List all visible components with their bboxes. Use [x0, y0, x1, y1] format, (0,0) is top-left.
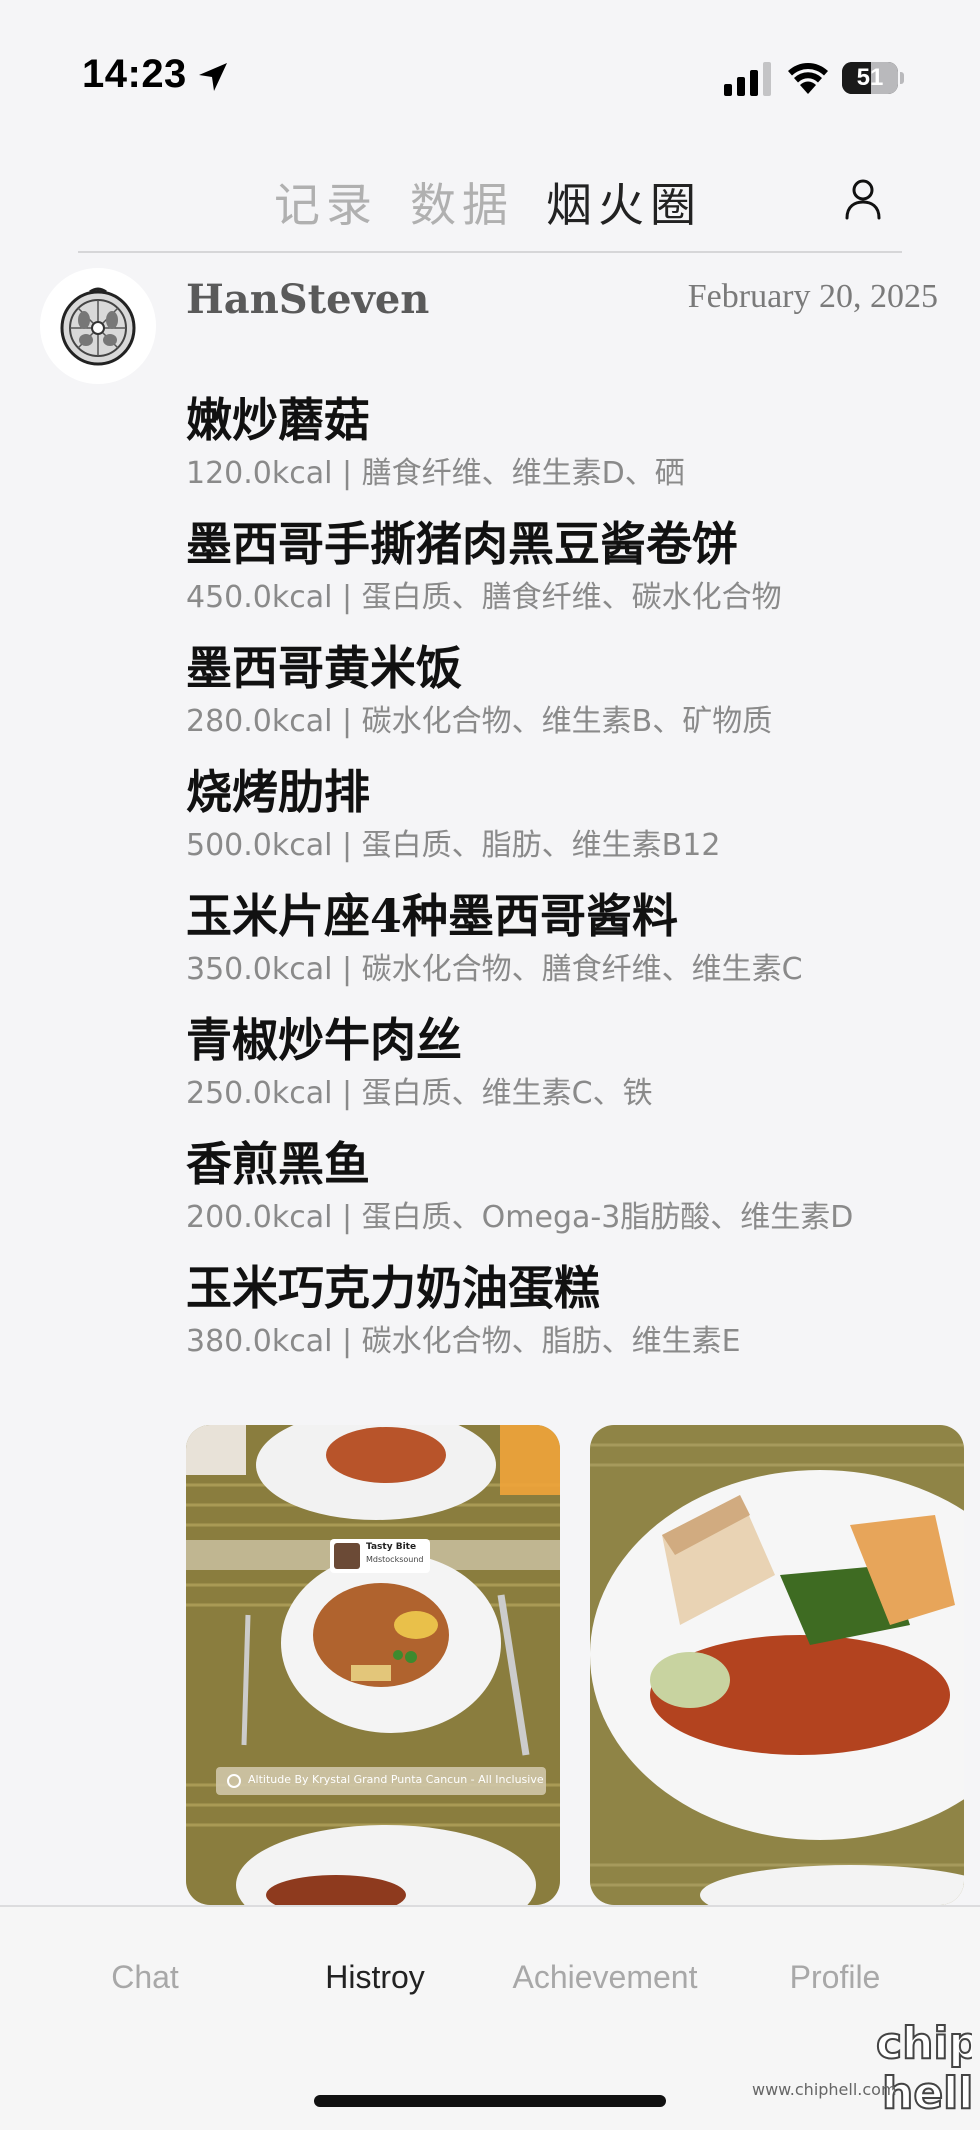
food-item: 烧烤肋排 500.0kcal | 蛋白质、脂肪、维生素B12 [186, 756, 966, 880]
battery-cap [900, 72, 904, 84]
status-bar: 14:23 51 [0, 0, 980, 160]
food-nutrition-info: 350.0kcal | 碳水化合物、膳食纤维、维生素C [186, 952, 803, 987]
food-item: 墨西哥手撕猪肉黑豆酱卷饼 450.0kcal | 蛋白质、膳食纤维、碳水化合物 [186, 508, 966, 632]
post-username[interactable]: HanSteven [186, 276, 429, 323]
battery-body: 51 [842, 62, 898, 94]
food-nutrition-info: 250.0kcal | 蛋白质、维生素C、铁 [186, 1076, 653, 1111]
chiphell-logo: chip hell [875, 2017, 972, 2118]
food-name: 玉米片座4种墨西哥酱料 [186, 889, 679, 943]
wifi-icon [788, 63, 828, 94]
food-item: 嫩炒蘑菇 120.0kcal | 膳食纤维、维生素D、硒 [186, 384, 966, 508]
food-item: 青椒炒牛肉丝 250.0kcal | 蛋白质、维生素C、铁 [186, 1004, 966, 1128]
photo-carousel[interactable]: Tasty Bite Mdstocksound Altitude By Krys… [186, 1425, 980, 1905]
watermark-url: www.chiphell.com [752, 2080, 897, 2099]
battery-icon: 51 [842, 62, 904, 94]
avatar[interactable] [40, 268, 156, 384]
tab-data[interactable]: 数据 [410, 168, 514, 242]
food-nutrition-info: 380.0kcal | 碳水化合物、脂肪、维生素E [186, 1324, 741, 1359]
svg-text:chip: chip [876, 2018, 972, 2069]
tab-fireworks-circle[interactable]: 烟火圈 [546, 168, 702, 242]
cellular-signal-icon [724, 62, 771, 96]
food-name: 玉米巧克力奶油蛋糕 [186, 1261, 600, 1315]
food-list: 嫩炒蘑菇 120.0kcal | 膳食纤维、维生素D、硒 墨西哥手撕猪肉黑豆酱卷… [186, 384, 966, 1376]
photo-badge-title: Tasty Bite [366, 1542, 417, 1552]
food-name: 香煎黑鱼 [186, 1137, 370, 1191]
tab-records[interactable]: 记录 [274, 168, 378, 242]
food-nutrition-info: 450.0kcal | 蛋白质、膳食纤维、碳水化合物 [186, 580, 782, 615]
meal-photo[interactable] [590, 1425, 964, 1905]
food-name: 墨西哥黄米饭 [186, 641, 462, 695]
battery-percent: 51 [856, 64, 884, 91]
food-item: 玉米片座4种墨西哥酱料 350.0kcal | 碳水化合物、膳食纤维、维生素C [186, 880, 966, 1004]
meal-photo-image [590, 1425, 964, 1905]
photo-location-label: Altitude By Krystal Grand Punta Cancun -… [248, 1773, 544, 1786]
food-name: 墨西哥手撕猪肉黑豆酱卷饼 [186, 517, 738, 571]
food-nutrition-info: 500.0kcal | 蛋白质、脂肪、维生素B12 [186, 828, 721, 863]
food-nutrition-info: 120.0kcal | 膳食纤维、维生素D、硒 [186, 456, 685, 491]
location-arrow-icon [199, 63, 227, 91]
home-indicator[interactable] [314, 2095, 666, 2107]
food-name: 烧烤肋排 [186, 765, 370, 819]
photo-badge-subtitle: Mdstocksound [366, 1555, 424, 1564]
meal-photo[interactable]: Tasty Bite Mdstocksound Altitude By Krys… [186, 1425, 560, 1905]
food-nutrition-info: 280.0kcal | 碳水化合物、维生素B、矿物质 [186, 704, 773, 739]
nav-achievement[interactable]: Achievement [490, 1959, 720, 1996]
post-date: February 20, 2025 [687, 278, 938, 315]
nav-history[interactable]: Histroy [260, 1959, 490, 1996]
nav-profile[interactable]: Profile [720, 1959, 950, 1996]
status-time: 14:23 [82, 52, 187, 96]
food-item: 玉米巧克力奶油蛋糕 380.0kcal | 碳水化合物、脂肪、维生素E [186, 1252, 966, 1376]
food-name: 嫩炒蘑菇 [186, 393, 370, 447]
top-tabs: 记录 数据 烟火圈 [0, 168, 980, 242]
food-item: 香煎黑鱼 200.0kcal | 蛋白质、Omega-3脂肪酸、维生素D [186, 1128, 966, 1252]
nav-chat[interactable]: Chat [30, 1959, 260, 1996]
tomato-sketch-avatar [40, 268, 156, 384]
food-name: 青椒炒牛肉丝 [186, 1013, 462, 1067]
meal-photo-image [186, 1425, 560, 1905]
food-nutrition-info: 200.0kcal | 蛋白质、Omega-3脂肪酸、维生素D [186, 1200, 854, 1235]
food-item: 墨西哥黄米饭 280.0kcal | 碳水化合物、维生素B、矿物质 [186, 632, 966, 756]
user-icon[interactable] [840, 176, 886, 222]
header-divider [78, 251, 902, 253]
